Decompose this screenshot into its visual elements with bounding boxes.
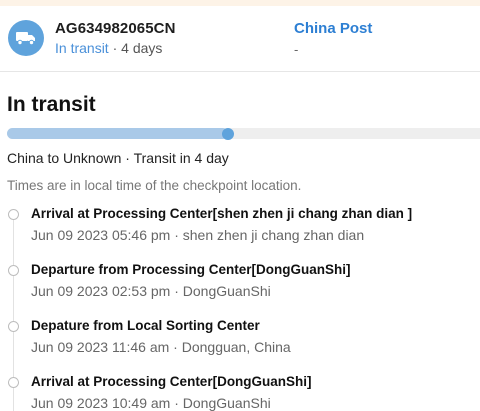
timeline-event[interactable]: Depature from Local Sorting Center Jun 0… [0, 312, 480, 368]
event-title: Arrival at Processing Center[DongGuanShi… [31, 374, 312, 389]
shipment-header[interactable]: AG634982065CN In transit · 4 days China … [0, 6, 480, 72]
event-meta: Jun 09 2023 05:46 pm · shen zhen ji chan… [31, 227, 365, 243]
event-dot [8, 209, 19, 220]
timeline-event[interactable]: Arrival at Processing Center[DongGuanShi… [0, 368, 480, 411]
timeline-event[interactable]: Arrival at Processing Center[shen zhen j… [0, 200, 480, 256]
route-summary: China to Unknown · Transit in 4 day [7, 150, 229, 166]
event-dot [8, 377, 19, 388]
truck-icon [8, 20, 44, 56]
event-meta: Jun 09 2023 02:53 pm · DongGuanShi [31, 283, 271, 299]
status-text: In transit [55, 40, 109, 56]
progress-knob [221, 127, 234, 140]
progress-fill [7, 128, 228, 139]
timeline-event[interactable]: Departure from Processing Center[DongGua… [0, 256, 480, 312]
event-title: Departure from Processing Center[DongGua… [31, 262, 351, 277]
event-title: Arrival at Processing Center[shen zhen j… [31, 206, 413, 221]
carrier-subtitle: - [294, 42, 299, 57]
carrier-link[interactable]: China Post [294, 20, 372, 37]
event-timeline: Arrival at Processing Center[shen zhen j… [0, 200, 480, 411]
status-duration: 4 days [121, 40, 163, 56]
timezone-note: Times are in local time of the checkpoin… [7, 178, 302, 193]
event-meta: Jun 09 2023 10:49 am · DongGuanShi [31, 395, 271, 411]
tracking-number[interactable]: AG634982065CN [55, 20, 176, 37]
status-line: In transit · 4 days [55, 40, 162, 56]
event-dot [8, 265, 19, 276]
event-dot [8, 321, 19, 332]
section-title: In transit [7, 93, 96, 116]
event-title: Depature from Local Sorting Center [31, 318, 260, 333]
status-separator: · [108, 40, 122, 56]
event-meta: Jun 09 2023 11:46 am · Dongguan, China [31, 339, 291, 355]
progress-bar [7, 127, 480, 140]
